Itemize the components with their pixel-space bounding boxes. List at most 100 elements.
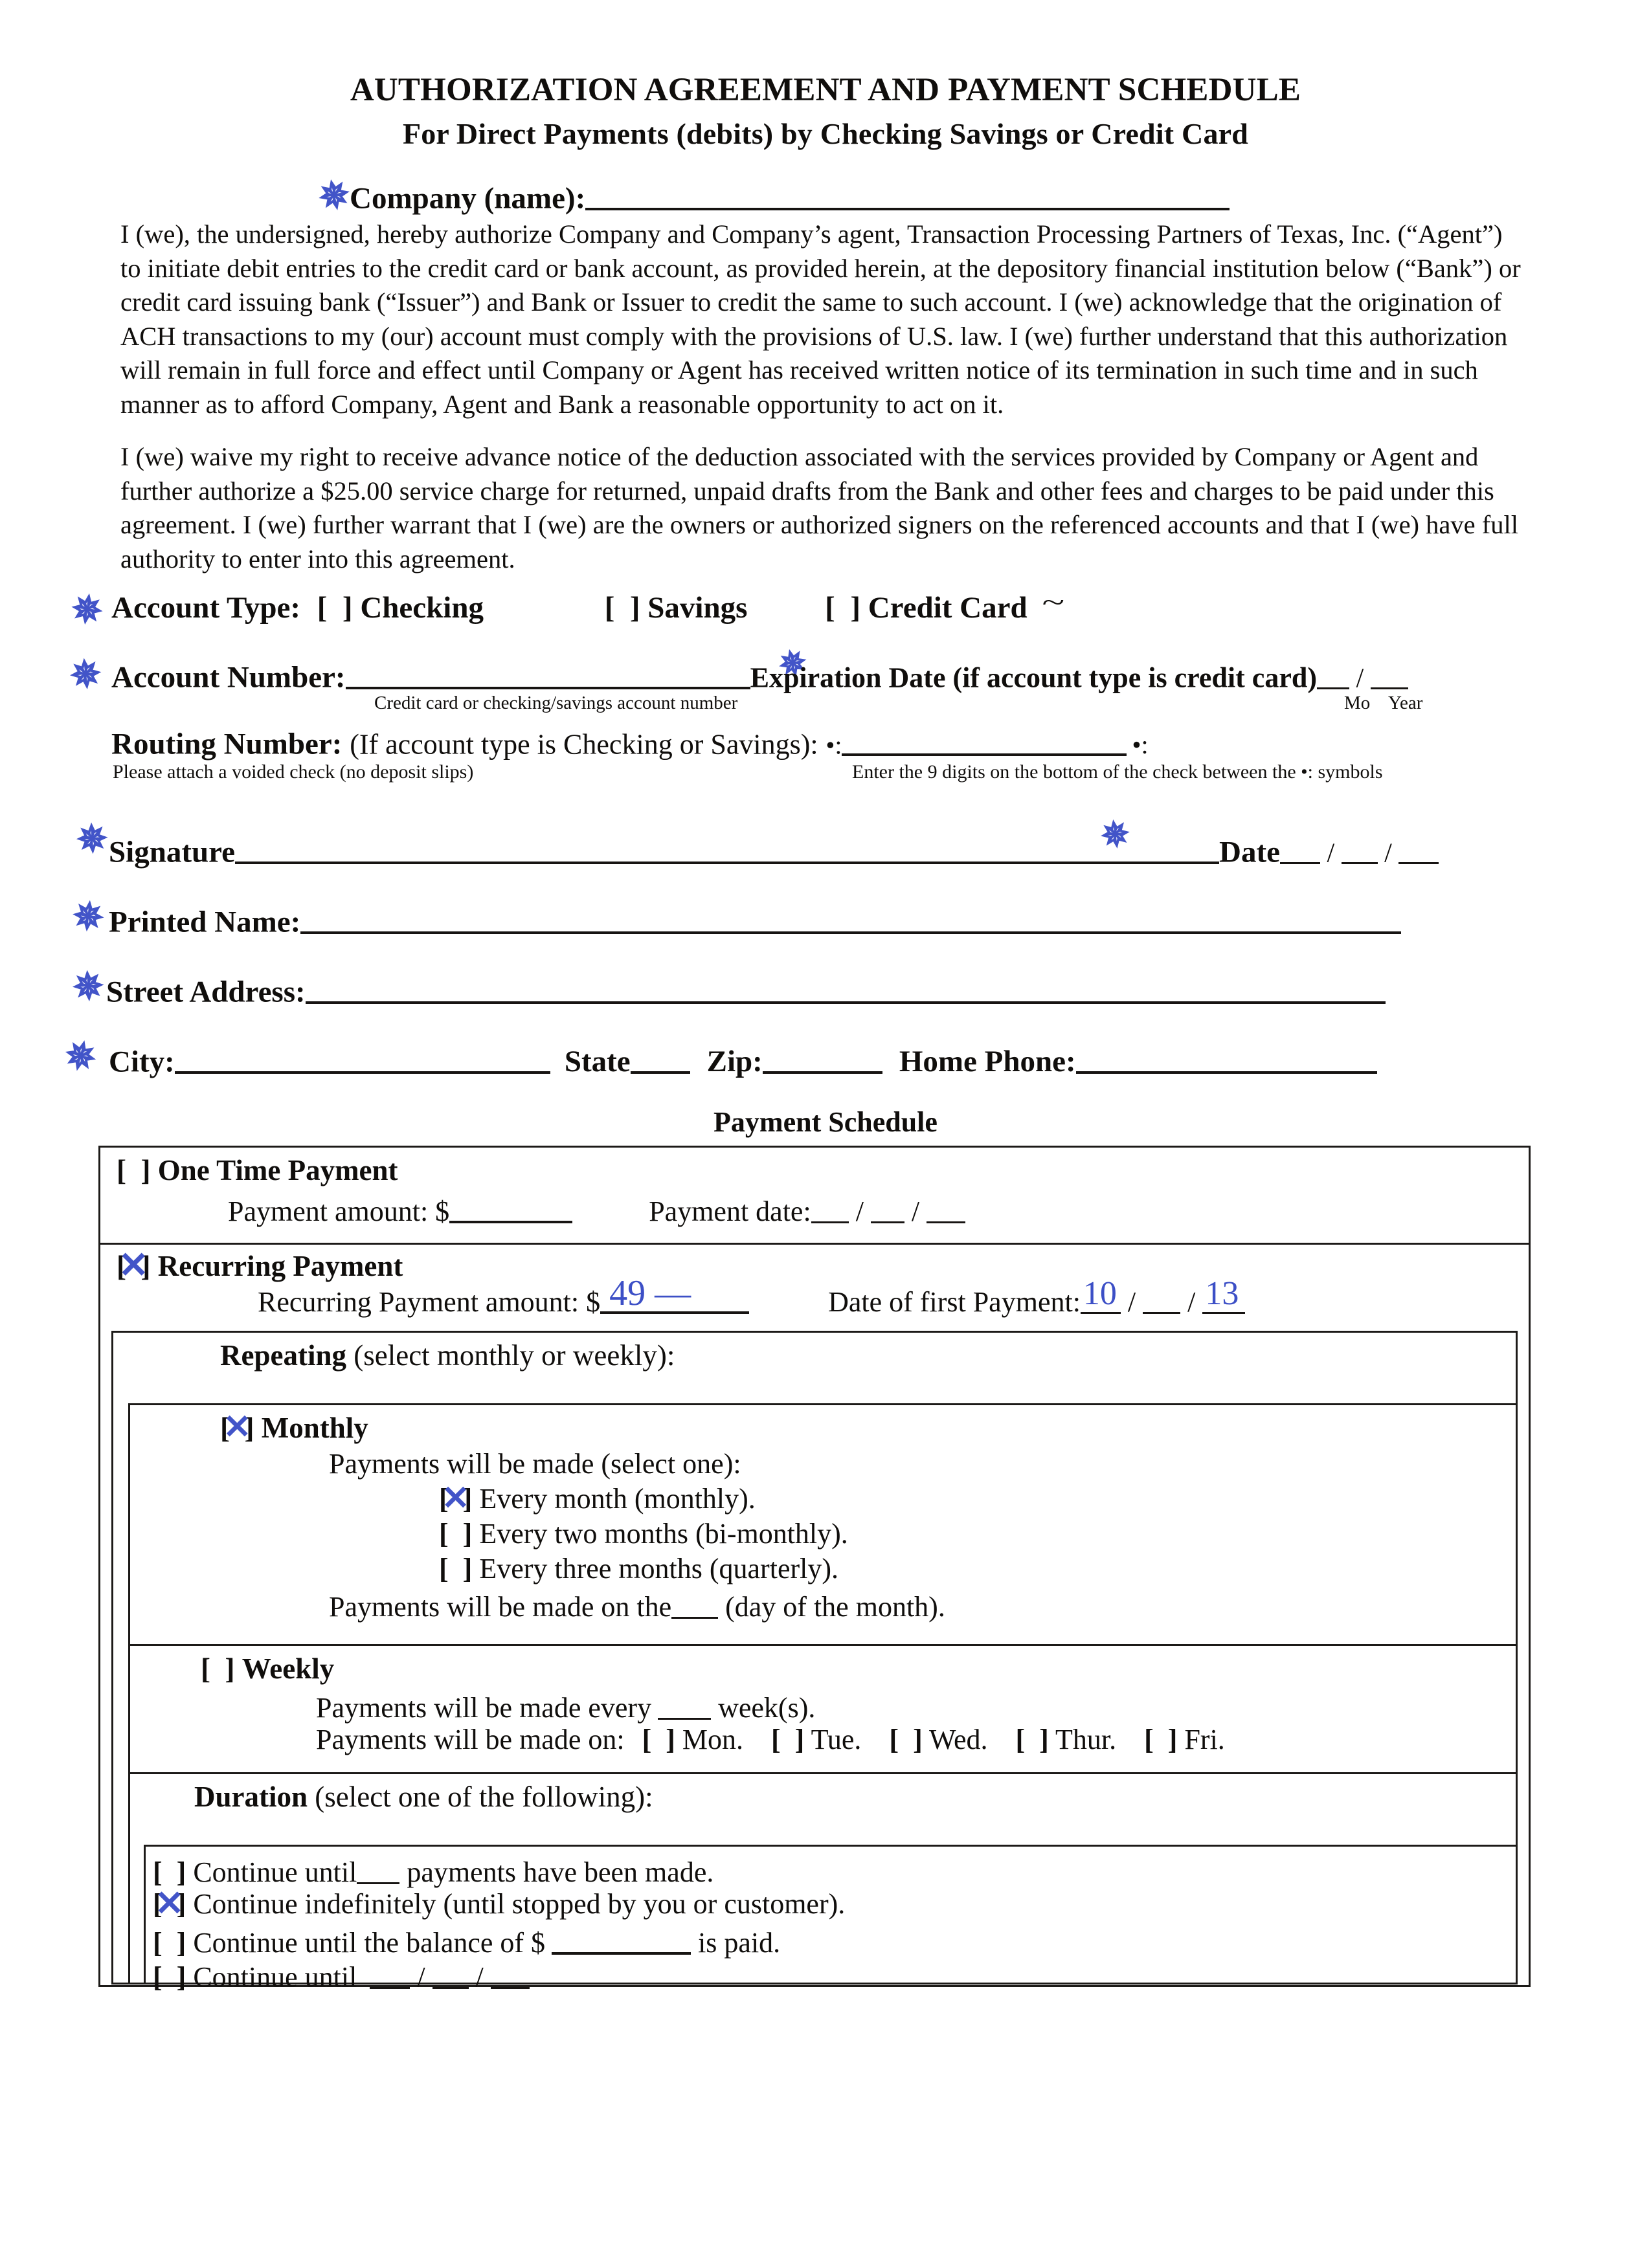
weekly-day-checkbox-tue[interactable]: [ ] (771, 1723, 804, 1756)
monthly-select-one-text: Payments will be made (select one): (329, 1448, 741, 1480)
duration-option-balance: [ ] Continue until the balance of $ is p… (153, 1922, 780, 1959)
zip-input[interactable] (762, 1040, 882, 1074)
recurring-payment-check-x: ✕ (118, 1244, 149, 1285)
street-address-label: Street Address: (106, 975, 306, 1009)
recurring-payment-fields: Recurring Payment amount: $ 49 — Date of… (258, 1273, 1246, 1318)
routing-number-row: Routing Number: (If account type is Chec… (111, 722, 1149, 761)
weekly-day-label-tue: Tue. (811, 1724, 862, 1755)
recurring-payment-checkbox[interactable]: [ ] ✕ (117, 1245, 150, 1285)
monthly-option-quarterly-checkbox[interactable]: [ ] (439, 1552, 472, 1585)
weekly-day-checkbox-thur[interactable]: [ ] (1016, 1723, 1049, 1756)
routing-symbol-right: •: (1132, 730, 1149, 760)
account-type-checkbox-checking[interactable]: [ ] (317, 590, 353, 625)
account-type-checkbox-savings[interactable]: [ ] (605, 590, 640, 625)
weekly-day-label-fri: Fri. (1184, 1724, 1225, 1755)
recurring-amount-value: 49 — (609, 1273, 691, 1313)
state-label: State (564, 1045, 631, 1079)
weekly-day-checkbox-fri[interactable]: [ ] (1144, 1723, 1177, 1756)
printed-name-star-mark: ✵ (70, 894, 106, 940)
date-day-input[interactable] (1341, 830, 1378, 865)
expiration-month-input[interactable] (1316, 656, 1349, 690)
weekly-every-input[interactable] (658, 1688, 712, 1720)
recurring-payment-label: Recurring Payment (157, 1250, 403, 1282)
payment-schedule-heading: Payment Schedule (713, 1106, 938, 1138)
recurring-first-day-input[interactable] (1143, 1282, 1181, 1315)
scanned-form-page: AUTHORIZATION AGREEMENT AND PAYMENT SCHE… (0, 0, 1651, 2268)
company-name-input[interactable] (585, 176, 1230, 211)
one-time-payment-checkbox[interactable]: [ ] (117, 1153, 150, 1187)
home-phone-label: Home Phone: (899, 1045, 1076, 1079)
monthly-label: Monthly (261, 1412, 368, 1444)
routing-note-left: Please attach a voided check (no deposit… (113, 761, 474, 783)
company-name-star-mark: ✵ (314, 172, 354, 220)
duration-option-indefinite: [ ] ✕ Continue indefinitely (until stoppe… (153, 1884, 845, 1923)
monthly-option-quarterly-label: Every three months (quarterly). (479, 1553, 838, 1584)
monthly-checkbox[interactable]: [ ] ✕ (220, 1408, 254, 1446)
routing-note-right: Enter the 9 digits on the bottom of the … (852, 761, 1383, 783)
weekly-day-checkbox-wed[interactable]: [ ] (889, 1723, 922, 1756)
duration-option-date-year-input[interactable] (490, 1957, 530, 1990)
street-address-input[interactable] (305, 970, 1386, 1005)
zip-label: Zip: (706, 1045, 763, 1079)
signature-row: Signature Date / / (109, 830, 1439, 869)
account-type-checkbox-creditcard[interactable]: [ ] (825, 590, 860, 625)
duration-option-date-checkbox[interactable]: [ ] (153, 1961, 186, 1994)
duration-option-date: [ ] Continue until / / (153, 1957, 530, 1994)
city-input[interactable] (174, 1040, 550, 1074)
weekly-day-label-mon: Mon. (682, 1724, 744, 1755)
home-phone-input[interactable] (1075, 1040, 1377, 1074)
duration-option-balance-pre: Continue until the balance of $ (193, 1927, 546, 1959)
account-number-label: Account Number: (111, 660, 346, 695)
duration-option-balance-input[interactable] (552, 1922, 691, 1955)
routing-number-label: Routing Number: (111, 727, 343, 761)
duration-option-indefinite-checkbox[interactable]: [ ] ✕ (153, 1884, 186, 1923)
duration-label-note: (select one of the following): (315, 1781, 653, 1813)
monthly-day-input[interactable] (671, 1587, 719, 1619)
weekly-every-row: Payments will be made every week(s). (316, 1688, 815, 1724)
weekly-days-row: Payments will be made on: [ ] Mon. [ ] T… (316, 1723, 1225, 1756)
monthly-option-bi-monthly-checkbox[interactable]: [ ] (439, 1517, 472, 1550)
date-year-input[interactable] (1398, 830, 1439, 865)
one-time-date-day-input[interactable] (870, 1192, 904, 1224)
recurring-amount-label: Recurring Payment amount: $ (258, 1286, 601, 1318)
state-input[interactable] (630, 1040, 690, 1074)
signature-input[interactable] (235, 830, 1219, 865)
monthly-option-every-month-label: Every month (monthly). (479, 1483, 756, 1515)
monthly-weekly-divider (128, 1644, 1518, 1646)
account-number-input[interactable] (345, 655, 750, 690)
account-type-row: Account Type: [ ] Checking [ ] Savings [… (111, 588, 1064, 625)
account-type-label-creditcard: Credit Card (868, 591, 1028, 625)
one-time-amount-input[interactable] (449, 1191, 573, 1224)
routing-symbol-left: •: (826, 730, 842, 760)
weekly-header: [ ] Weekly (201, 1652, 334, 1685)
date-month-input[interactable] (1279, 830, 1320, 865)
duration-option-count-post: payments have been made. (407, 1856, 714, 1889)
signature-star-mark: ✵ (75, 817, 109, 862)
weekly-days-pre: Payments will be made on: (316, 1724, 625, 1755)
monthly-option-every-month-checkbox[interactable]: [ ] ✕ (439, 1479, 472, 1517)
duration-option-date-day-input[interactable] (432, 1957, 469, 1990)
duration-option-count-input[interactable] (357, 1852, 400, 1885)
document-title-line2: For Direct Payments (debits) by Checking… (402, 117, 1249, 150)
duration-option-balance-checkbox[interactable]: [ ] (153, 1926, 186, 1959)
recurring-first-year-input[interactable]: 13 (1202, 1275, 1246, 1315)
recurring-first-year-value: 13 (1205, 1275, 1239, 1312)
expiration-year-input[interactable] (1370, 656, 1408, 690)
monthly-option-bi-monthly-label: Every two months (bi-monthly). (479, 1518, 848, 1550)
printed-name-input[interactable] (300, 900, 1402, 935)
printed-name-row: Printed Name: (109, 900, 1402, 939)
recurring-amount-input[interactable]: 49 — (600, 1273, 750, 1315)
account-type-label-savings: Savings (647, 591, 748, 625)
routing-number-input[interactable] (842, 722, 1127, 757)
one-time-date-year-input[interactable] (927, 1192, 966, 1224)
one-time-recurring-divider (98, 1243, 1531, 1245)
monthly-option-every-month-check-x: ✕ (441, 1479, 470, 1517)
weekly-day-checkbox-mon[interactable]: [ ] (642, 1723, 675, 1756)
weekly-checkbox[interactable]: [ ] (201, 1652, 234, 1685)
one-time-date-month-input[interactable] (811, 1192, 849, 1224)
repeating-label: Repeating (220, 1339, 346, 1372)
weekly-every-post: week(s). (718, 1692, 816, 1724)
recurring-first-month-input[interactable]: 10 (1080, 1275, 1121, 1315)
city-star-mark: ✵ (60, 1032, 101, 1081)
duration-option-date-month-input[interactable] (370, 1957, 410, 1990)
